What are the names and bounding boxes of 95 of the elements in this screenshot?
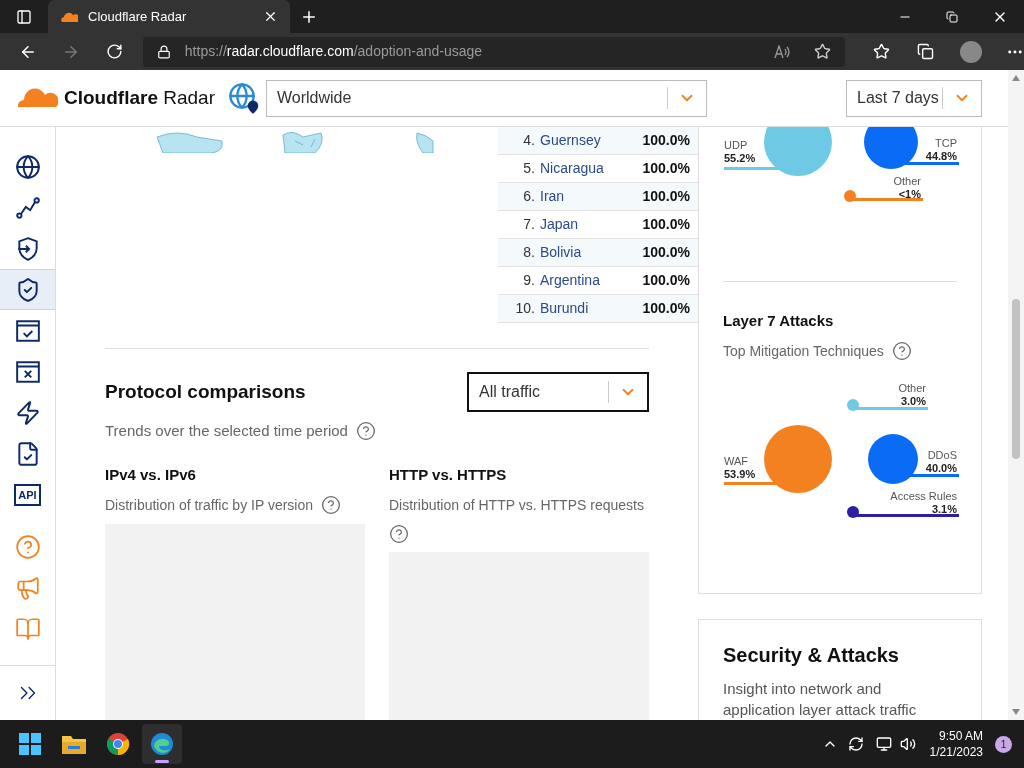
bubble-label: UDP — [724, 139, 748, 152]
help-icon[interactable] — [321, 495, 342, 515]
line-chart-icon — [14, 194, 41, 221]
help-icon[interactable] — [355, 420, 376, 441]
country-link[interactable]: Guernsey — [539, 130, 643, 151]
brand-name: Cloudflare Radar — [64, 85, 215, 110]
panel-title: HTTP vs. HTTPS — [389, 465, 508, 485]
help-icon[interactable] — [14, 533, 41, 560]
bubble-label: Access Rules — [890, 489, 957, 503]
card-title: Layer 7 Attacks — [723, 311, 835, 331]
lock-icon — [156, 44, 171, 59]
api-icon: API — [14, 483, 41, 506]
favorites-icon[interactable] — [873, 43, 891, 60]
country-link[interactable]: Bolivia — [539, 242, 643, 263]
panel-description: Distribution of HTTP vs. HTTPS requests — [389, 495, 644, 515]
rank-number: 4. — [522, 131, 535, 150]
bubble-label: DDoS — [927, 448, 957, 462]
card-title: Security & Attacks — [723, 643, 900, 668]
share-value: 100.0% — [642, 131, 691, 150]
rank-number: 9. — [522, 271, 535, 290]
reload-icon[interactable] — [105, 43, 123, 60]
megaphone-icon[interactable] — [14, 574, 41, 601]
network-icon[interactable] — [875, 736, 892, 752]
cloud-icon — [60, 11, 78, 22]
share-value: 100.0% — [642, 271, 691, 290]
share-value: 100.0% — [642, 215, 691, 234]
bubble-value: 40.0% — [925, 461, 957, 475]
rank-number: 6. — [522, 187, 535, 206]
share-value: 100.0% — [642, 159, 691, 178]
bubble-value: 55.2% — [724, 152, 756, 165]
folder-icon — [61, 733, 87, 755]
url-text: https://radar.cloudflare.com/adoption-and-usage — [184, 42, 484, 61]
rank-number: 5. — [522, 159, 535, 178]
taskbar-app[interactable] — [142, 724, 182, 764]
notification-badge[interactable]: 1 — [995, 735, 1012, 753]
browser-check-icon — [14, 317, 41, 344]
cloudflare-logo-icon — [16, 88, 58, 108]
scroll-down-icon[interactable] — [1012, 709, 1020, 715]
card-subtitle: Top Mitigation Techniques — [723, 341, 884, 361]
bubble-value: 3.1% — [931, 502, 957, 516]
tab-actions-icon[interactable] — [16, 8, 32, 25]
share-value: 100.0% — [642, 187, 691, 206]
scrollbar[interactable] — [1008, 70, 1024, 720]
edge-icon — [150, 732, 174, 756]
tab-title: Cloudflare Radar — [88, 7, 188, 26]
browser-tab[interactable]: Cloudflare Radar — [48, 0, 290, 33]
share-value: 100.0% — [642, 243, 691, 262]
windows-icon — [18, 732, 42, 756]
period-select[interactable]: Last 7 days — [846, 79, 982, 117]
country-link[interactable]: Burundi — [539, 298, 643, 319]
location-select[interactable]: Worldwide — [266, 79, 707, 117]
bubble-value: 3.0% — [900, 394, 926, 408]
country-link[interactable]: Nicaragua — [539, 158, 643, 179]
bubble-value: 53.9% — [724, 467, 756, 481]
scroll-up-icon[interactable] — [1012, 75, 1020, 81]
close-icon[interactable] — [263, 9, 278, 24]
sidebar-item[interactable]: API — [0, 474, 55, 515]
clock[interactable]: 9:50 AM 1/21/2023 — [929, 728, 983, 760]
scrollbar-thumb[interactable] — [1012, 299, 1020, 459]
traffic-select[interactable]: All traffic — [467, 372, 649, 412]
browser-x-icon — [14, 358, 41, 385]
rank-number: 8. — [522, 243, 535, 262]
card-description: Insight into network and application layer attack traffic — [723, 679, 918, 720]
bubble-label: WAF — [724, 454, 749, 468]
bubble-value: <1% — [898, 188, 921, 201]
section-title: Protocol comparisons — [105, 380, 307, 404]
bubble-label: TCP — [935, 137, 957, 150]
globe-icon — [14, 153, 41, 180]
bubble-label: Other — [898, 381, 926, 395]
book-icon[interactable] — [14, 615, 41, 642]
section-subtitle: Trends over the selected time period — [105, 420, 348, 441]
sidebar-item[interactable] — [0, 269, 55, 310]
favorite-icon[interactable] — [814, 43, 832, 60]
panel-description: Distribution of traffic by IP version — [105, 495, 314, 515]
country-link[interactable]: Iran — [539, 186, 643, 207]
lightning-icon — [14, 399, 41, 426]
volume-icon[interactable] — [899, 736, 916, 752]
rank-number: 10. — [514, 299, 535, 318]
help-icon[interactable] — [891, 341, 912, 361]
country-link[interactable]: Japan — [539, 214, 643, 235]
panel-title: IPv4 vs. IPv6 — [105, 465, 197, 485]
share-value: 100.0% — [642, 299, 691, 318]
bubble-value: 44.8% — [925, 150, 957, 163]
bubble-label: Other — [893, 175, 921, 188]
country-link[interactable]: Argentina — [539, 270, 643, 291]
help-icon[interactable] — [389, 523, 409, 544]
profile-avatar[interactable] — [960, 40, 983, 63]
read-aloud-icon[interactable] — [774, 44, 791, 59]
address-bar[interactable]: https://radar.cloudflare.com/adoption-and-usage — [142, 36, 846, 67]
chrome-icon — [106, 732, 130, 756]
rank-number: 7. — [522, 215, 535, 234]
globe-pin-icon — [228, 82, 260, 114]
sync-icon[interactable] — [847, 736, 864, 752]
restore-icon[interactable] — [946, 10, 958, 23]
collections-icon[interactable] — [917, 43, 935, 60]
